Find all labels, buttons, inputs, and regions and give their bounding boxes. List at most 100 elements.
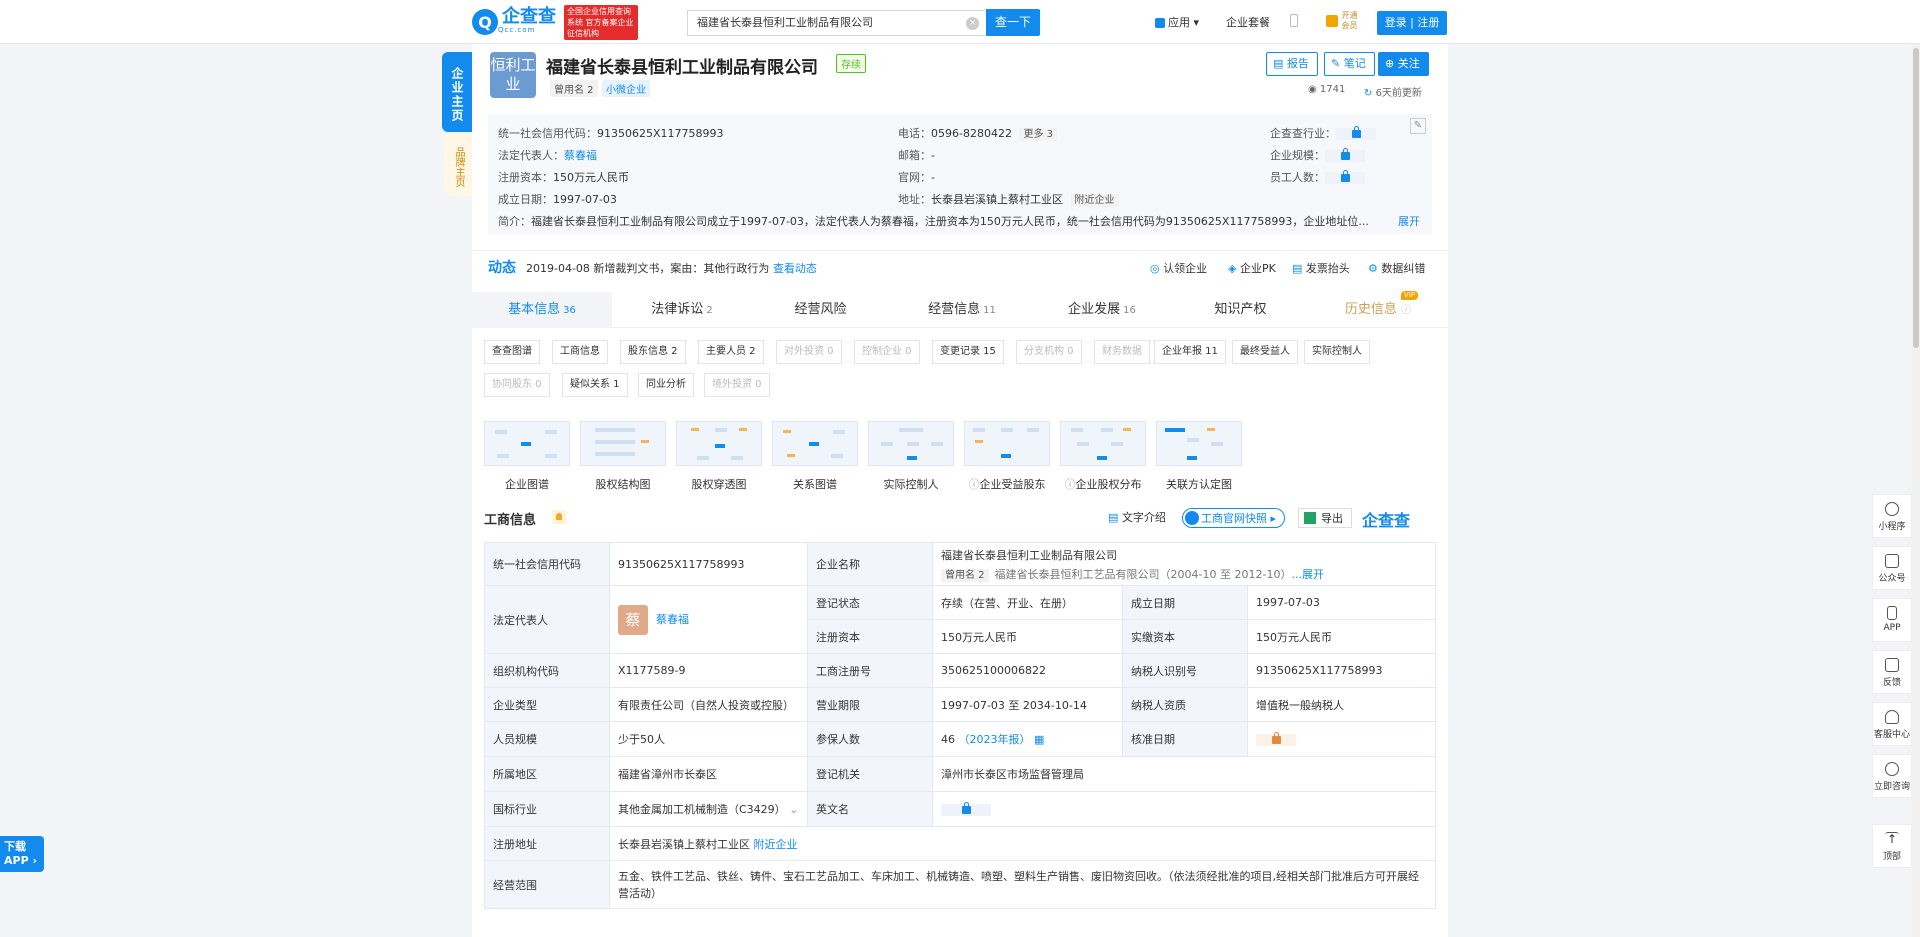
rail-mini-program[interactable]: 小程序 [1872,494,1912,538]
nav-vip[interactable]: 开通会员 [1326,11,1364,31]
logo-slogan: 全国企业信用查询系统 官方备案企业征信机构 [564,4,638,40]
info-panel: 统一社会信用代码：91350625X117758993 法定代表人：蔡春福 注册… [488,114,1432,234]
thumb-company-graph[interactable] [484,421,570,466]
thumb-equity-structure[interactable] [580,421,666,466]
chip-graph[interactable]: 查查图谱 [484,340,540,364]
edit-icon[interactable]: ✎ [1410,118,1426,134]
alias-expand[interactable]: ...展开 [1291,568,1324,581]
invoice-icon: ▤ [1292,262,1306,275]
thumb-beneficiary[interactable] [964,421,1050,466]
tab-operation[interactable]: 经营信息 11 [892,292,1032,328]
rail-feedback[interactable]: 反馈 [1872,650,1912,694]
address-item: 地址：长泰县岩溪镇上蔡村工业区 附近企业 [898,191,1125,207]
search-input[interactable]: 福建省长泰县恒利工业制品有限公司 × [687,10,985,36]
chip-beneficiary[interactable]: 最终受益人 [1232,340,1298,364]
chip-overseas[interactable]: 境外投资 0 [704,373,770,397]
tab-risk[interactable]: 经营风险 [752,292,892,328]
table-value: 有限责任公司（自然人投资或控股） [609,687,808,722]
intro-expand[interactable]: 展开 [1398,213,1420,229]
chip-staff[interactable]: 主要人员 2 [698,340,764,364]
login-register-button[interactable]: 登录 | 注册 [1377,11,1447,35]
chip-controlled[interactable]: 控制企业 0 [854,340,920,364]
table-value: 1997-07-03 至 2034-10-14 [932,687,1123,722]
thumb-relationship[interactable] [772,421,858,466]
dynamic-text: 2019-04-08 新增裁判文书，案由：其他行政行为 查看动态 [526,262,817,275]
chip-business[interactable]: 工商信息 [552,340,608,364]
table-key: 参保人数 [807,721,933,757]
table-value: 少于50人 [609,721,808,757]
lock-icon[interactable] [1256,731,1296,746]
chip-finance[interactable]: 财务数据 [1094,340,1150,364]
chip-investment[interactable]: 对外投资 0 [776,340,842,364]
alias-tag[interactable]: 曾用名 2 [550,80,598,97]
info-icon: ⓘ [1401,305,1412,316]
table-key: 经营范围 [484,860,610,909]
rail-service-center[interactable]: 客服中心 [1872,702,1912,746]
phone-icon[interactable] [1290,14,1298,30]
data-correction-button[interactable]: ⚙ 数据纠错 [1368,260,1425,276]
tab-legal[interactable]: 法律诉讼 2 [612,292,752,328]
more-phones[interactable]: 更多 3 [1019,128,1057,141]
thumb-related-party[interactable] [1156,421,1242,466]
lock-icon[interactable] [1325,148,1365,162]
chip-branches[interactable]: 分支机构 0 [1016,340,1082,364]
snapshot-button[interactable]: 工商官网快照 ▸ [1182,508,1286,528]
table-value[interactable]: 其他金属加工机械制造（C3429） ⌄ [609,791,808,827]
chip-peer-analysis[interactable]: 同业分析 [638,373,694,397]
table-value: 蔡蔡春福 [609,585,808,654]
insured-year-link[interactable]: （2023年报） [959,733,1031,746]
thumb-equity-penetration[interactable] [676,421,762,466]
lock-icon[interactable] [941,801,991,816]
clear-icon[interactable]: × [966,17,979,30]
update-time[interactable]: ↻ 6天前更新 [1364,84,1422,99]
thumb-equity-distribution[interactable] [1060,421,1146,466]
nav-package[interactable]: 企业套餐 [1226,14,1270,30]
legal-rep-link[interactable]: 蔡春福 [656,613,689,626]
download-app-button[interactable]: 下载 APP › [0,836,44,872]
nearby-link[interactable]: 附近企业 [754,838,798,851]
lock-icon[interactable] [1325,170,1365,184]
chevron-right-icon: › [32,854,38,867]
lock-icon[interactable] [1336,126,1376,140]
thumb-label: 企业图谱 [505,478,549,491]
note-button[interactable]: ✎ 笔记 [1324,52,1375,76]
chip-suspected[interactable]: 疑似关系 1 [562,373,628,397]
tab-company-home[interactable]: 企业主页 [442,52,472,132]
chip-co-shareholders[interactable]: 协同股东 0 [484,373,550,397]
rail-official-account[interactable]: 公众号 [1872,546,1912,590]
follow-button[interactable]: ⊕ 关注 [1378,52,1429,76]
tab-development[interactable]: 企业发展 16 [1032,292,1172,328]
plus-icon: ⊕ [1385,57,1398,70]
nav-app[interactable]: 应用 ▾ [1155,14,1199,30]
export-button[interactable]: 导出 [1298,508,1352,528]
scrollbar-thumb[interactable] [1913,48,1919,348]
intro-item: 简介：福建省长泰县恒利工业制品有限公司成立于1997-07-03，法定代表人为蔡… [498,215,1369,228]
search-value: 福建省长泰县恒利工业制品有限公司 [697,16,873,29]
table-key: 营业期限 [807,687,933,722]
chip-annual-report[interactable]: 企业年报 11 [1154,340,1226,364]
claim-company-button[interactable]: ◎ 认领企业 [1150,260,1207,276]
main-tabs: 基本信息 36 法律诉讼 2 经营风险 经营信息 11 企业发展 16 知识产权 历史信… [472,291,1448,328]
report-button[interactable]: ▤ 报告 [1266,52,1318,76]
tab-history[interactable]: 历史信息 ⓘ VIP [1308,291,1448,328]
text-intro-button[interactable]: ▤ 文字介绍 [1108,508,1166,528]
company-pk-button[interactable]: ◈ 企业PK [1228,260,1276,276]
invoice-title-button[interactable]: ▤ 发票抬头 [1292,260,1350,276]
search-button[interactable]: 查一下 [986,9,1040,36]
rail-back-to-top[interactable]: ↑ 顶部 [1872,824,1912,868]
chip-controller[interactable]: 实际控制人 [1304,340,1370,364]
chip-changes[interactable]: 变更记录 15 [932,340,1004,364]
logo[interactable]: Q 企查查 Qcc.com 全国企业信用查询系统 官方备案企业征信机构 [472,4,638,40]
chip-shareholders[interactable]: 股东信息 2 [620,340,686,364]
rail-consult[interactable]: 立即咨询 [1872,754,1912,798]
tab-brand-home[interactable]: 品牌主页 [444,134,472,196]
tab-ip[interactable]: 知识产权 [1172,292,1312,328]
legal-rep-link[interactable]: 蔡春福 [564,149,597,162]
bell-icon[interactable] [552,510,566,524]
table-key: 法定代表人 [484,585,610,654]
nearby-link[interactable]: 附近企业 [1070,194,1119,207]
tab-basic-info[interactable]: 基本信息 36 [472,292,612,328]
rail-app[interactable]: APP [1872,598,1912,642]
thumb-controller[interactable] [868,421,954,466]
view-dynamic-link[interactable]: 查看动态 [773,262,817,275]
